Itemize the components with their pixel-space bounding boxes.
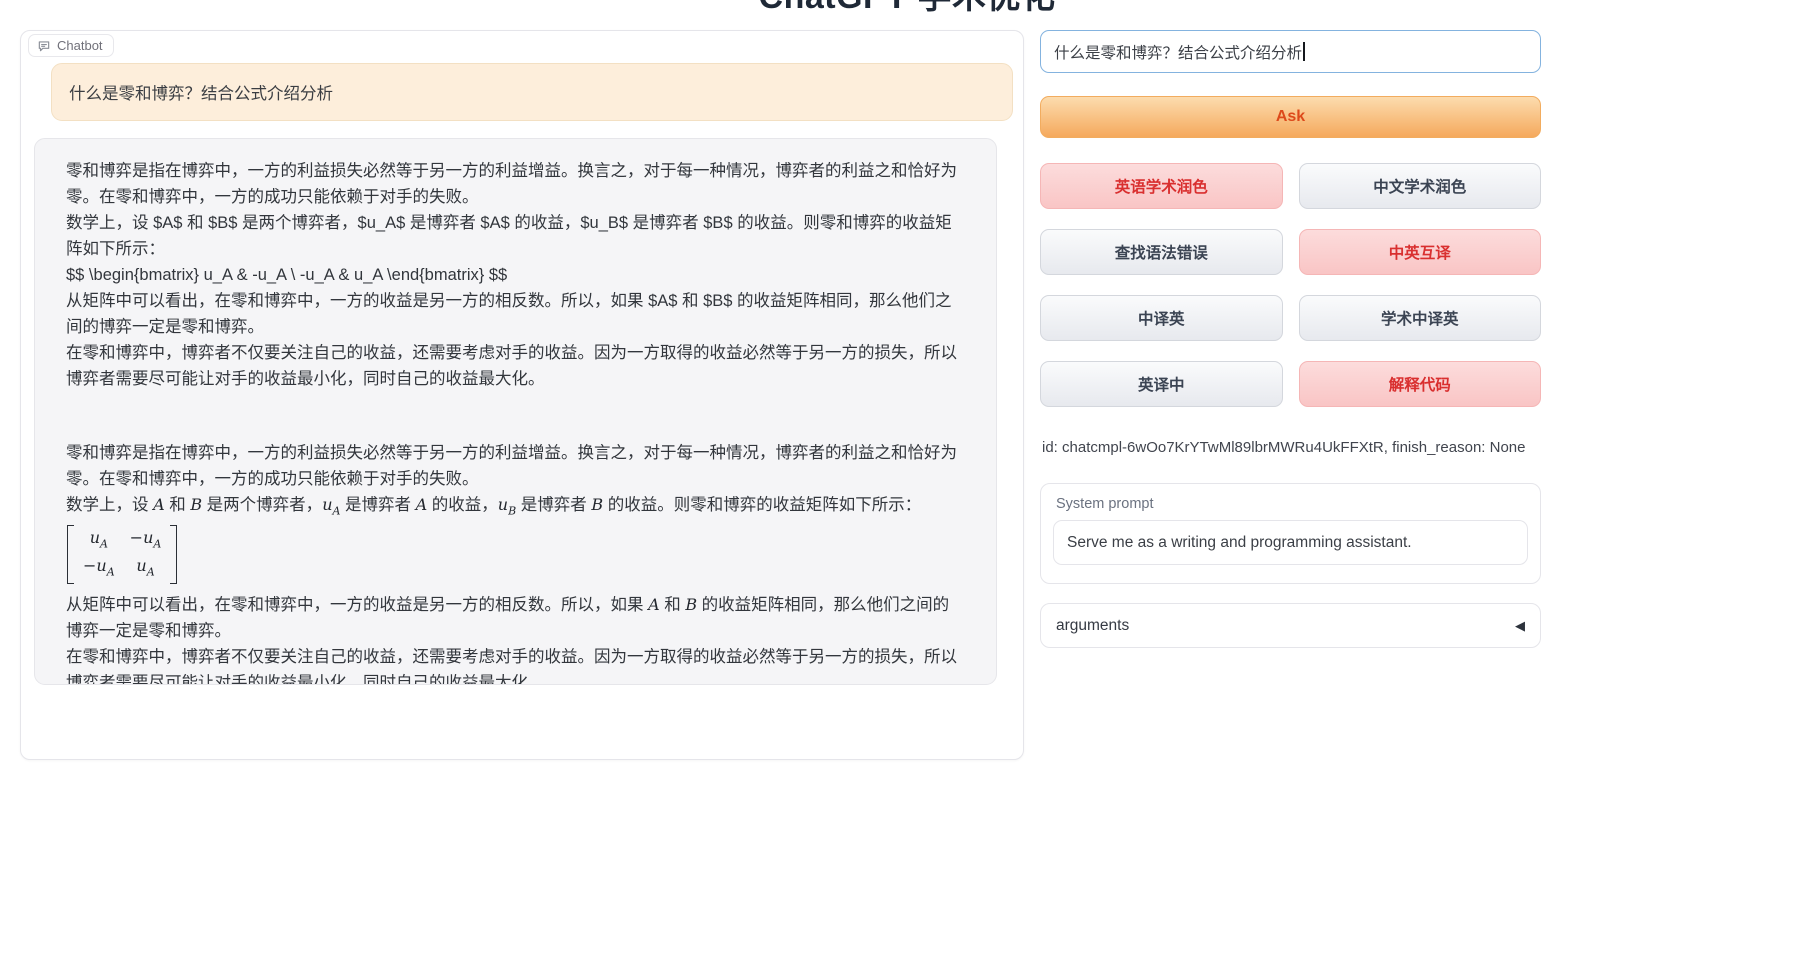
bot-latex-source: $$ \begin{bmatrix} u_A & -u_A \ -u_A & u… [66, 262, 965, 288]
system-prompt-label: System prompt [1056, 496, 1528, 512]
controls-panel: 什么是零和博弈？结合公式介绍分析 Ask 英语学术润色 中文学术润色 查找语法错… [1040, 0, 1541, 961]
chatbot-label: Chatbot [57, 38, 103, 53]
matrix-cells: uA −uA −uA uA [74, 525, 170, 584]
btn-chinese-academic-polish[interactable]: 中文学术润色 [1299, 163, 1542, 209]
bot-paragraph: 零和博弈是指在博弈中，一方的利益损失必然等于另一方的利益增益。换言之，对于每一种… [66, 158, 965, 210]
bot-paragraph-math: 从矩阵中可以看出，在零和博弈中，一方的收益是另一方的相反数。所以，如果 A 和 … [66, 592, 965, 644]
bot-message-bubble: 零和博弈是指在博弈中，一方的利益损失必然等于另一方的利益增益。换言之，对于每一种… [34, 138, 997, 685]
paragraph-gap [66, 392, 965, 440]
payoff-matrix: uA −uA −uA uA [67, 525, 177, 584]
bot-paragraph: 从矩阵中可以看出，在零和博弈中，一方的收益是另一方的相反数。所以，如果 $A$ … [66, 288, 965, 340]
btn-zh-to-en[interactable]: 中译英 [1040, 295, 1283, 341]
btn-zh-en-mutual-translate[interactable]: 中英互译 [1299, 229, 1542, 275]
question-input-value: 什么是零和博弈？结合公式介绍分析 [1054, 41, 1302, 63]
matrix-bracket-left [67, 525, 74, 584]
question-input[interactable]: 什么是零和博弈？结合公式介绍分析 [1040, 30, 1541, 73]
bot-paragraph: 在零和博弈中，博弈者不仅要关注自己的收益，还需要考虑对手的收益。因为一方取得的收… [66, 340, 965, 392]
btn-english-academic-polish[interactable]: 英语学术润色 [1040, 163, 1283, 209]
system-prompt-value: Serve me as a writing and programming as… [1067, 534, 1412, 552]
collapse-triangle-icon: ◀ [1515, 618, 1525, 634]
chatbot-label-chip: Chatbot [28, 34, 114, 57]
btn-explain-code[interactable]: 解释代码 [1299, 361, 1542, 407]
ask-button[interactable]: Ask [1040, 96, 1541, 138]
bot-paragraph: 在零和博弈中，博弈者不仅要关注自己的收益，还需要考虑对手的收益。因为一方取得的收… [66, 644, 965, 685]
chat-bubble-icon [37, 39, 51, 53]
page-title: ChatGPT 学术优化 [0, 0, 1814, 18]
bot-paragraph: 数学上，设 $A$ 和 $B$ 是两个博弈者，$u_A$ 是博弈者 $A$ 的收… [66, 210, 965, 262]
btn-en-to-zh[interactable]: 英译中 [1040, 361, 1283, 407]
arguments-accordion[interactable]: arguments ◀ [1040, 603, 1541, 648]
user-message-bubble: 什么是零和博弈？结合公式介绍分析 [51, 63, 1013, 121]
response-status-text: id: chatcmpl-6wOo7KrYTwMl89lbrMWRu4UkFFX… [1042, 439, 1526, 456]
user-message-text: 什么是零和博弈？结合公式介绍分析 [69, 80, 333, 104]
system-prompt-group: System prompt Serve me as a writing and … [1040, 483, 1541, 584]
bot-paragraph: 零和博弈是指在博弈中，一方的利益损失必然等于另一方的利益增益。换言之，对于每一种… [66, 440, 965, 492]
bot-paragraph-math: 数学上，设 A 和 B 是两个博弈者，uA 是博弈者 A 的收益，uB 是博弈者… [66, 492, 965, 524]
btn-academic-zh-to-en[interactable]: 学术中译英 [1299, 295, 1542, 341]
function-button-grid: 英语学术润色 中文学术润色 查找语法错误 中英互译 中译英 学术中译英 英译中 … [1040, 163, 1541, 407]
system-prompt-input[interactable]: Serve me as a writing and programming as… [1053, 520, 1528, 565]
btn-find-grammar-errors[interactable]: 查找语法错误 [1040, 229, 1283, 275]
arguments-accordion-label: arguments [1056, 617, 1129, 635]
text-cursor [1303, 42, 1305, 61]
chatbot-panel: Chatbot 什么是零和博弈？结合公式介绍分析 零和博弈是指在博弈中，一方的利… [20, 30, 1024, 760]
matrix-bracket-right [170, 525, 177, 584]
